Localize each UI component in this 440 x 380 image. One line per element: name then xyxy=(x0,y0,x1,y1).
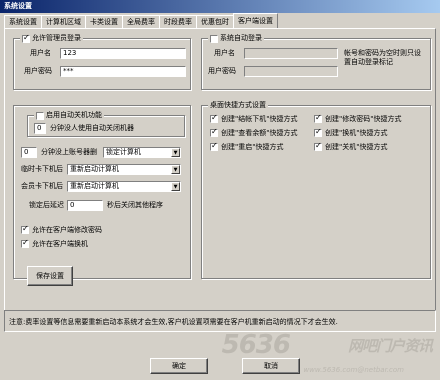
cancel-button[interactable]: 取消 xyxy=(242,358,300,374)
desktop-shortcut-group: 桌面快捷方式设置 创建"结帐下机"快捷方式 创建"修改密码"快捷方式 创建"查看… xyxy=(201,101,431,279)
save-settings-button[interactable]: 保存设置 xyxy=(27,266,73,286)
lock-delay-input[interactable]: 0 xyxy=(67,200,103,211)
auto-login-note: 帐号和密码为空时则只设置自动登录标记 xyxy=(344,49,421,66)
admin-login-label: 允许管理员登录 xyxy=(32,34,81,42)
nologin-minutes-input[interactable]: 0 xyxy=(21,147,37,158)
watermark-logo: 5636 xyxy=(221,330,291,360)
shortcut-switch-checkbox[interactable] xyxy=(314,127,322,137)
shortcut-switch-label: 创建"换机"快捷方式 xyxy=(325,129,388,137)
admin-pass-label: 用户密码 xyxy=(24,67,52,75)
allow-change-pwd-option[interactable]: 允许在客户端修改密码 xyxy=(21,224,102,235)
chevron-down-icon[interactable]: ▼ xyxy=(171,182,180,191)
auto-login-title[interactable]: 系统自动登录 xyxy=(208,34,264,43)
tab-card-type[interactable]: 卡类设置 xyxy=(85,15,123,28)
member-card-select[interactable]: 重新启动计算机 ▼ xyxy=(67,181,181,192)
ok-button[interactable]: 确定 xyxy=(150,358,208,374)
shortcut-balance-label: 创建"查看余额"快捷方式 xyxy=(221,129,298,137)
watermark-url: www.5636.com@netbar.com xyxy=(303,366,404,374)
admin-login-group: 允许管理员登录 用户名 123 用户密码 *** xyxy=(13,33,191,90)
auto-user-input[interactable] xyxy=(244,48,338,59)
shortcut-balance[interactable]: 创建"查看余额"快捷方式 xyxy=(210,127,298,138)
admin-user-label: 用户名 xyxy=(30,49,51,57)
admin-login-checkbox[interactable] xyxy=(22,33,30,43)
member-card-label: 会员卡下机后 xyxy=(21,182,63,190)
nologin-action-select[interactable]: 锁定计算机 ▼ xyxy=(103,147,181,158)
client-options-group xyxy=(13,105,191,279)
admin-user-input[interactable]: 123 xyxy=(60,48,186,59)
shortcut-restart-label: 创建"重启"快捷方式 xyxy=(221,143,284,151)
chevron-down-icon[interactable]: ▼ xyxy=(171,148,180,157)
auto-login-checkbox[interactable] xyxy=(210,34,218,43)
auto-pass-label: 用户密码 xyxy=(208,67,236,75)
shortcut-change-pwd[interactable]: 创建"修改密码"快捷方式 xyxy=(314,113,402,124)
tab-computer-area[interactable]: 计算机区域 xyxy=(41,15,86,28)
admin-pass-input[interactable]: *** xyxy=(60,66,186,77)
shortcut-change-pwd-checkbox[interactable] xyxy=(314,113,322,123)
shortcut-change-pwd-label: 创建"修改密码"快捷方式 xyxy=(325,115,402,123)
allow-change-pwd-label: 允许在客户端修改密码 xyxy=(32,226,102,234)
auto-user-label: 用户名 xyxy=(214,49,235,57)
tab-discount[interactable]: 优惠包时 xyxy=(196,15,234,28)
shortcut-checkout[interactable]: 创建"结帐下机"快捷方式 xyxy=(210,113,298,124)
window-title: 系统设置 xyxy=(0,0,440,13)
shortcut-shutdown-label: 创建"关机"快捷方式 xyxy=(325,143,388,151)
auto-login-group: 系统自动登录 用户名 用户密码 帐号和密码为空时则只设置自动登录标记 xyxy=(201,34,431,90)
nologin-minutes-label: 分钟没上账号器删 xyxy=(41,148,97,156)
desktop-shortcut-title: 桌面快捷方式设置 xyxy=(208,101,268,110)
tab-global-rate[interactable]: 全局费率 xyxy=(122,15,160,28)
nologin-action-value: 锁定计算机 xyxy=(106,148,141,156)
allow-change-pwd-checkbox[interactable] xyxy=(21,224,29,234)
client-settings-panel: 允许管理员登录 用户名 123 用户密码 *** 系统自动登录 用户名 用户密码… xyxy=(4,28,436,332)
shortcut-switch[interactable]: 创建"换机"快捷方式 xyxy=(314,127,388,138)
note-text: 注意:费率设置等信息需要重新启动本系统才会生效,客户机设置项需要在客户机重新启动… xyxy=(9,318,338,326)
allow-switch-label: 允许在客户端换机 xyxy=(32,240,88,248)
shortcut-checkout-checkbox[interactable] xyxy=(210,113,218,123)
temp-card-select[interactable]: 重新启动计算机 ▼ xyxy=(67,164,181,175)
shortcut-shutdown[interactable]: 创建"关机"快捷方式 xyxy=(314,141,388,152)
temp-card-label: 临时卡下机后 xyxy=(21,165,63,173)
auto-login-label: 系统自动登录 xyxy=(220,34,262,42)
tab-bar: 系统设置 计算机区域 卡类设置 全局费率 时段费率 优惠包时 客户端设置 xyxy=(4,13,278,28)
tab-system[interactable]: 系统设置 xyxy=(4,15,42,28)
shortcut-balance-checkbox[interactable] xyxy=(210,127,218,137)
admin-login-title[interactable]: 允许管理员登录 xyxy=(20,33,83,43)
shortcut-restart-checkbox[interactable] xyxy=(210,141,218,151)
tab-client-settings[interactable]: 客户端设置 xyxy=(233,13,278,28)
allow-switch-checkbox[interactable] xyxy=(21,238,29,248)
shortcut-restart[interactable]: 创建"重启"快捷方式 xyxy=(210,141,284,152)
chevron-down-icon[interactable]: ▼ xyxy=(171,165,180,174)
member-card-value: 重新启动计算机 xyxy=(70,182,119,190)
lock-delay-suffix: 秒后关闭其他程序 xyxy=(107,201,163,209)
auto-pass-input[interactable] xyxy=(244,66,338,77)
tab-period-rate[interactable]: 时段费率 xyxy=(159,15,197,28)
lock-delay-label: 锁定后延迟 xyxy=(29,201,64,209)
allow-switch-option[interactable]: 允许在客户端换机 xyxy=(21,238,88,249)
shortcut-shutdown-checkbox[interactable] xyxy=(314,141,322,151)
temp-card-value: 重新启动计算机 xyxy=(70,165,119,173)
shortcut-checkout-label: 创建"结帐下机"快捷方式 xyxy=(221,115,298,123)
note-box: 注意:费率设置等信息需要重新启动本系统才会生效,客户机设置项需要在客户机重新启动… xyxy=(4,310,436,332)
watermark-text: 网吧门户资讯 xyxy=(347,337,433,355)
